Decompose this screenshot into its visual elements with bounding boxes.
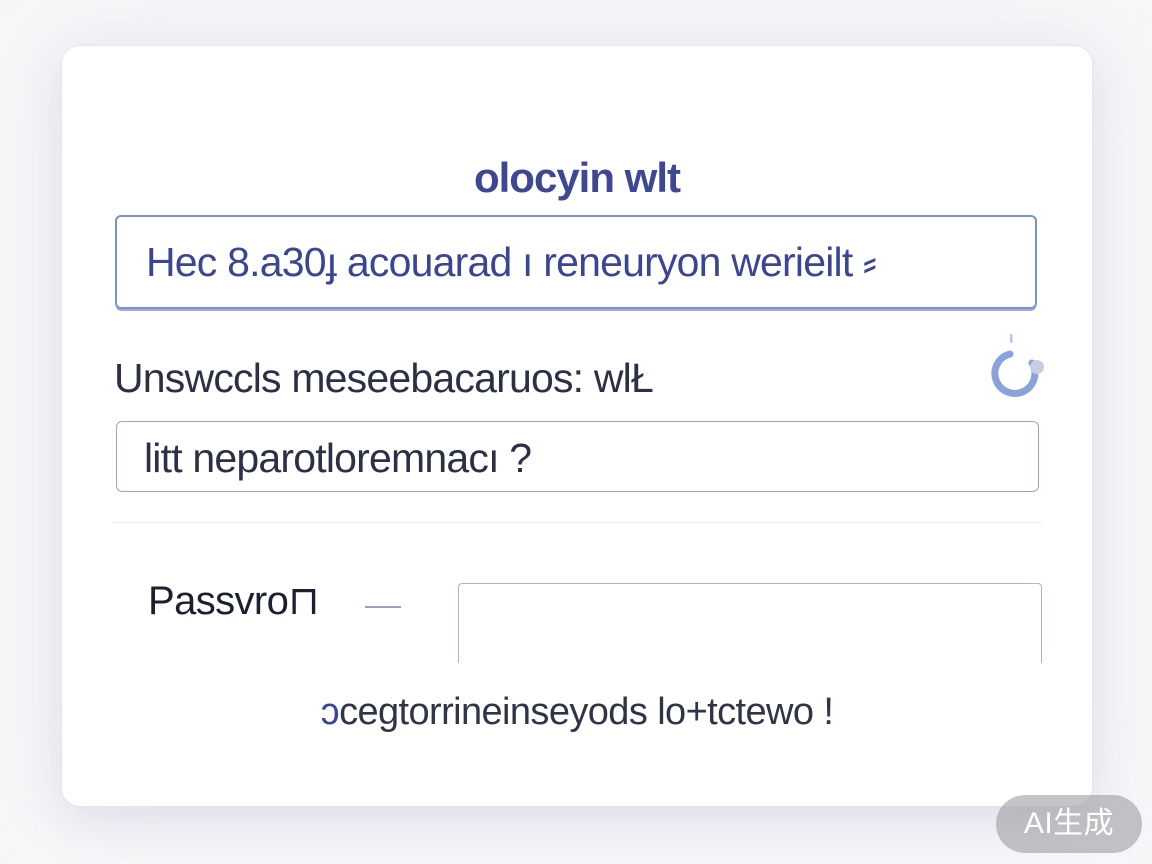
footer-link[interactable]: ɔcegtorrineinseyods lo+tctewo ! <box>62 691 1092 734</box>
footer-link-prefix: ɔ <box>320 691 340 733</box>
login-card: olocyin wlt Hec 8.a30ɟ acouarad ı reneur… <box>62 46 1092 806</box>
password-label-dash <box>365 606 401 608</box>
primary-input-value: Hec 8.a30ɟ acouarad ı reneuryon werieilt… <box>146 239 877 285</box>
footer-link-text: cegtorrineinseyods lo+tctewo ! <box>339 691 834 733</box>
password-input[interactable] <box>458 583 1042 663</box>
secondary-input-value: litt neparotloremnacı ? <box>144 435 532 481</box>
secondary-field-label: Unswccls meseebacaruos: wlŁ <box>114 355 654 401</box>
card-title: olocyin wlt <box>473 154 681 201</box>
primary-input-field[interactable]: Hec 8.a30ɟ acouarad ı reneuryon werieilt… <box>115 215 1037 309</box>
section-divider <box>112 522 1042 523</box>
ai-generated-badge: AI生成 <box>996 795 1142 853</box>
secondary-input-field[interactable]: litt neparotloremnacı ? <box>116 421 1039 492</box>
spinner-icon <box>991 334 1044 397</box>
password-label: Passvro⊓ <box>148 579 320 623</box>
